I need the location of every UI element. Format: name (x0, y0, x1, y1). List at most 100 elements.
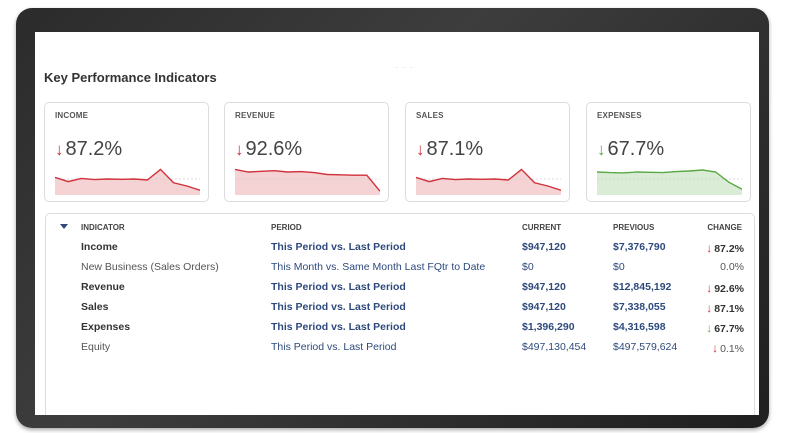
cell-previous-value[interactable]: $0 (613, 261, 625, 273)
sparkline-area (235, 169, 380, 195)
drag-handle[interactable]: · · · (395, 62, 414, 72)
cell-change: 0.0% (720, 261, 744, 273)
period-part: vs. (328, 301, 349, 313)
header-indicator[interactable]: INDICATOR (81, 223, 125, 232)
kpi-card-sales[interactable]: SALES ↓ 87.1% (405, 102, 570, 202)
period-part: vs. (328, 281, 349, 293)
table-row[interactable]: Revenue This Period vs. Last Period $947,1… (46, 278, 756, 298)
change-percent: 92.6% (714, 283, 744, 295)
period-part: Last Period (348, 281, 406, 293)
cell-current-value[interactable]: $497,130,454 (522, 341, 586, 353)
kpi-card-percent: 92.6% (245, 138, 303, 160)
kpi-card-income[interactable]: INCOME ↓ 87.2% (44, 102, 209, 202)
change-percent: 87.2% (714, 243, 744, 255)
cell-period-link[interactable]: This Month vs. Same Month Last FQtr to D… (271, 261, 485, 273)
arrow-down-red-icon: ↓ (416, 139, 425, 159)
arrow-down-green-icon: ↓ (597, 139, 606, 159)
cell-indicator: Revenue (81, 281, 125, 293)
cell-current-value[interactable]: $947,120 (522, 281, 566, 293)
sparkline-area (597, 170, 742, 195)
cell-previous-value[interactable]: $7,376,790 (613, 241, 666, 253)
section-title: Key Performance Indicators (44, 70, 217, 85)
cell-period-link[interactable]: This Period vs. Last Period (271, 241, 406, 253)
cell-previous-value[interactable]: $7,338,055 (613, 301, 666, 313)
cell-indicator: Income (81, 241, 118, 253)
period-part: This Period (271, 301, 329, 313)
period-part: Last Period (348, 301, 406, 313)
cell-current-value[interactable]: $0 (522, 261, 534, 273)
change-percent: 87.1% (714, 303, 744, 315)
header-previous[interactable]: PREVIOUS (613, 223, 654, 232)
arrow-down-red-icon: ↓ (235, 139, 244, 159)
cell-indicator: Equity (81, 341, 111, 353)
period-part: This Period (271, 281, 329, 293)
header-period[interactable]: PERIOD (271, 223, 302, 232)
period-part: vs. (328, 321, 349, 333)
kpi-portlet: · · · Key Performance Indicators INCOME ↓… (35, 32, 759, 415)
period-part: This Period (271, 341, 325, 353)
cell-period-link[interactable]: This Period vs. Last Period (271, 301, 406, 313)
period-part: This Month (271, 261, 323, 273)
cell-current-value[interactable]: $947,120 (522, 241, 566, 253)
arrow-down-red-icon: ↓ (706, 241, 713, 255)
cell-change: ↓ 87.2% (706, 241, 744, 255)
kpi-card-label: SALES (416, 111, 444, 120)
period-part: vs. (322, 261, 343, 273)
period-part: Same Month Last FQtr to Date (342, 261, 486, 273)
cell-change: ↓ 92.6% (706, 281, 744, 295)
kpi-sparkline (416, 168, 561, 195)
cell-previous-value[interactable]: $4,316,598 (613, 321, 666, 333)
kpi-card-value: ↓ 87.2% (55, 138, 122, 161)
cell-period-link[interactable]: This Period vs. Last Period (271, 321, 406, 333)
arrow-down-red-icon: ↓ (712, 341, 719, 355)
cell-current-value[interactable]: $947,120 (522, 301, 566, 313)
table-row[interactable]: New Business (Sales Orders) This Month vs… (46, 258, 756, 278)
period-part: This Period (271, 241, 329, 253)
arrow-down-red-icon: ↓ (55, 139, 64, 159)
kpi-card-percent: 87.1% (426, 138, 484, 160)
header-change[interactable]: CHANGE (707, 223, 742, 232)
period-part: vs. (324, 341, 344, 353)
kpi-card-revenue[interactable]: REVENUE ↓ 92.6% (224, 102, 389, 202)
cell-current-value[interactable]: $1,396,290 (522, 321, 575, 333)
cell-indicator: Expenses (81, 321, 131, 333)
collapse-caret-icon[interactable] (60, 224, 68, 229)
table-row[interactable]: Expenses This Period vs. Last Period $1,39… (46, 318, 756, 338)
kpi-card-value: ↓ 67.7% (597, 138, 664, 161)
kpi-card-value: ↓ 87.1% (416, 138, 483, 161)
kpi-card-value: ↓ 92.6% (235, 138, 302, 161)
kpi-card-label: REVENUE (235, 111, 276, 120)
arrow-down-red-icon: ↓ (706, 281, 713, 295)
cell-change: ↓ 67.7% (706, 321, 744, 335)
period-part: Last Period (343, 341, 397, 353)
kpi-card-percent: 87.2% (65, 138, 123, 160)
change-percent: 67.7% (714, 323, 744, 335)
cell-indicator: Sales (81, 301, 109, 313)
sparkline-area (55, 169, 200, 195)
period-part: Last Period (348, 241, 406, 253)
change-percent: 0.0% (720, 261, 744, 273)
cell-previous-value[interactable]: $497,579,624 (613, 341, 677, 353)
kpi-table: INDICATOR PERIOD CURRENT PREVIOUS CHANGE… (45, 213, 755, 415)
period-part: This Period (271, 321, 329, 333)
cell-change: ↓ 0.1% (712, 341, 744, 355)
kpi-sparkline (235, 168, 380, 195)
kpi-card-label: EXPENSES (597, 111, 642, 120)
arrow-down-red-icon: ↓ (706, 301, 713, 315)
cell-change: ↓ 87.1% (706, 301, 744, 315)
cell-period-link[interactable]: This Period vs. Last Period (271, 341, 397, 353)
period-part: vs. (328, 241, 349, 253)
kpi-card-label: INCOME (55, 111, 89, 120)
arrow-down-green-icon: ↓ (706, 321, 713, 335)
period-part: Last Period (348, 321, 406, 333)
table-row[interactable]: Income This Period vs. Last Period $947,12… (46, 238, 756, 258)
kpi-sparkline (597, 169, 742, 195)
cell-previous-value[interactable]: $12,845,192 (613, 281, 671, 293)
cell-period-link[interactable]: This Period vs. Last Period (271, 281, 406, 293)
header-current[interactable]: CURRENT (522, 223, 561, 232)
kpi-sparkline (55, 168, 200, 195)
kpi-card-expenses[interactable]: EXPENSES ↓ 67.7% (586, 102, 751, 202)
table-row[interactable]: Equity This Period vs. Last Period $497,13… (46, 338, 756, 358)
table-row[interactable]: Sales This Period vs. Last Period $947,120… (46, 298, 756, 318)
change-percent: 0.1% (720, 343, 744, 355)
